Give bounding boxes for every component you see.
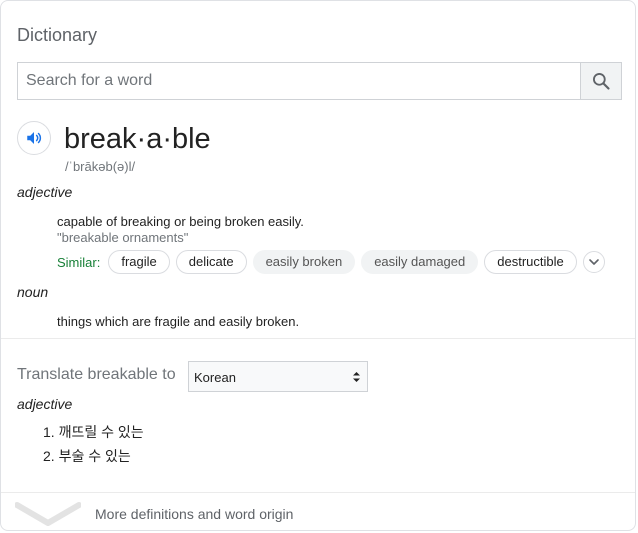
chevron-down-icon: [588, 259, 599, 265]
divider: [1, 338, 635, 339]
more-similar-button[interactable]: [582, 251, 605, 273]
select-arrows-icon: [353, 372, 360, 382]
speaker-icon: [27, 132, 42, 144]
search-button[interactable]: [580, 63, 621, 99]
phonetic: /ˈbrākəb(ə)l/: [65, 159, 136, 174]
more-definitions-link[interactable]: More definitions and word origin: [95, 506, 293, 522]
translation-item: 1. 깨뜨릴 수 있는: [43, 424, 144, 440]
headword: break·a·ble: [64, 123, 211, 155]
search-icon: [593, 73, 610, 90]
similar-chip[interactable]: easily damaged: [361, 250, 479, 274]
part-of-speech: adjective: [17, 184, 73, 200]
language-select[interactable]: Korean: [188, 361, 368, 392]
translation-part-of-speech: adjective: [17, 396, 73, 412]
similar-label: Similar:: [57, 254, 101, 270]
dictionary-card: Dictionary break·a·ble /ˈbrākəb(ə)l/ adj…: [0, 0, 636, 531]
search-input[interactable]: [18, 63, 582, 99]
similar-chip[interactable]: destructible: [484, 250, 577, 274]
similar-chip[interactable]: fragile: [108, 250, 170, 274]
expand-chevron-icon[interactable]: [15, 501, 81, 527]
definition: things which are fragile and easily brok…: [57, 314, 300, 329]
search-box: [17, 62, 622, 100]
card-title: Dictionary: [17, 25, 98, 45]
translate-label: Translate breakable to: [17, 366, 176, 383]
divider: [1, 492, 635, 493]
similar-chip[interactable]: easily broken: [252, 250, 356, 274]
example-sentence: "breakable ornaments": [57, 230, 189, 245]
translation-item: 2. 부술 수 있는: [43, 448, 131, 464]
pronunciation-button[interactable]: [17, 121, 51, 155]
language-select-value: Korean: [194, 370, 236, 385]
definition: capable of breaking or being broken easi…: [57, 214, 304, 229]
part-of-speech: noun: [17, 284, 49, 300]
similar-words: Similar: fragile delicate easily broken …: [57, 250, 605, 274]
similar-chip[interactable]: delicate: [175, 250, 247, 274]
